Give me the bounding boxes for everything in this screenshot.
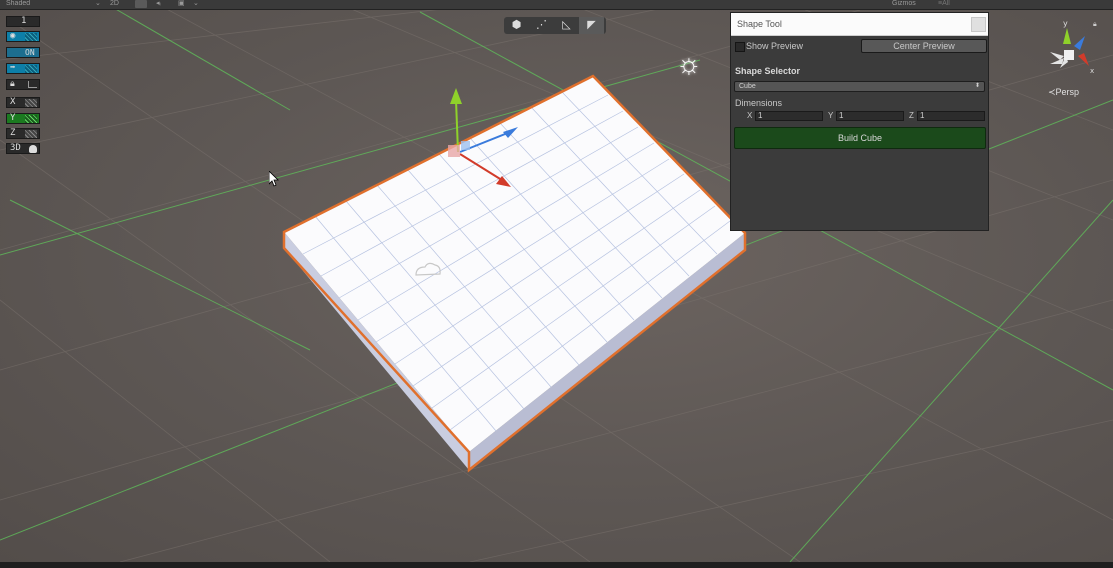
arrow-right-icon: ➡: [10, 63, 16, 73]
close-button[interactable]: [971, 17, 986, 32]
dim-z-label: Z: [909, 111, 914, 120]
svg-text:x: x: [1090, 67, 1094, 75]
chevron-updown-icon: ⬍: [974, 83, 980, 89]
gizmo-y-cone: [1063, 28, 1071, 44]
search-input[interactable]: ≡All: [938, 0, 950, 8]
eye-icon: ◉: [10, 31, 16, 41]
svg-text:y: y: [1063, 19, 1068, 28]
layer-button[interactable]: 1: [6, 16, 40, 27]
shape-tool-window: Shape Tool Show Preview Center Preview S…: [730, 12, 989, 231]
face-mode-icon[interactable]: ◤: [579, 17, 604, 34]
chevron-down-icon: ⌄: [193, 0, 199, 7]
effects-icon[interactable]: ▣: [178, 0, 185, 8]
chevron-down-icon: ⌄: [95, 0, 101, 7]
lock-icon: 🔒︎: [1093, 21, 1097, 28]
shape-selector-heading: Shape Selector: [735, 66, 801, 76]
build-cube-button[interactable]: Build Cube: [734, 127, 986, 149]
show-preview-checkbox[interactable]: [735, 42, 745, 52]
shape-selected-value: Cube: [739, 83, 756, 90]
window-title: Shape Tool: [737, 19, 782, 29]
dim-y-label: Y: [828, 111, 834, 120]
x-axis-toggle[interactable]: X: [6, 97, 40, 108]
toggle-2d-button[interactable]: 2D: [110, 0, 119, 8]
scene-toolbar: Shaded ⌄ 2D ◂ᵢ ▣ ⌄ Gizmos ≡All: [0, 0, 1113, 10]
lock-icon: 🔒︎: [10, 79, 15, 89]
y-axis-toggle[interactable]: Y: [6, 113, 40, 124]
edge-mode-icon[interactable]: ◺: [554, 17, 579, 34]
view-3d-toggle[interactable]: 3D: [6, 143, 40, 154]
on-toggle[interactable]: ON: [6, 47, 40, 58]
dim-x-label: X: [747, 111, 753, 120]
z-axis-toggle[interactable]: Z: [6, 128, 40, 139]
lighting-toggle[interactable]: [135, 0, 147, 8]
visibility-toggle[interactable]: ◉: [6, 31, 40, 42]
projection-label[interactable]: ≺Persp: [1048, 87, 1079, 98]
gizmo-z-cone: [1074, 36, 1085, 50]
gizmo-x-cone: [1078, 53, 1089, 66]
audio-icon[interactable]: ◂ᵢ: [156, 0, 161, 8]
view-orientation-gizmo[interactable]: y 🔒︎ x: [1038, 18, 1108, 98]
lock-toggle[interactable]: 🔒︎: [6, 79, 40, 90]
edit-mode-toolbar: ⬢ ⋰ ◺ ◤: [504, 17, 606, 34]
scene-view[interactable]: Shaded ⌄ 2D ◂ᵢ ▣ ⌄ Gizmos ≡All 1 ◉ ON ➡ …: [0, 0, 1113, 562]
dim-y-field[interactable]: 1: [836, 111, 904, 121]
show-preview-label: Show Preview: [746, 41, 804, 51]
dimensions-label: Dimensions: [735, 98, 783, 108]
dim-z-field[interactable]: 1: [917, 111, 985, 121]
shape-tool-titlebar[interactable]: Shape Tool: [731, 13, 988, 36]
dim-x-field[interactable]: 1: [755, 111, 823, 121]
gizmos-dropdown[interactable]: Gizmos: [892, 0, 916, 8]
vertex-mode-icon[interactable]: ⋰: [529, 17, 554, 34]
bottom-border: [0, 562, 1113, 568]
arrow-toggle[interactable]: ➡: [6, 63, 40, 74]
shading-mode-dropdown[interactable]: Shaded: [6, 0, 30, 8]
mouse-cursor-icon: [269, 171, 279, 187]
cube-top-face: [284, 76, 745, 452]
sun-light-icon[interactable]: ☼: [676, 50, 702, 78]
shape-selector-dropdown[interactable]: Cube ⬍: [734, 81, 985, 92]
center-preview-button[interactable]: Center Preview: [861, 39, 987, 53]
cube-mode-icon[interactable]: ⬢: [504, 17, 529, 34]
